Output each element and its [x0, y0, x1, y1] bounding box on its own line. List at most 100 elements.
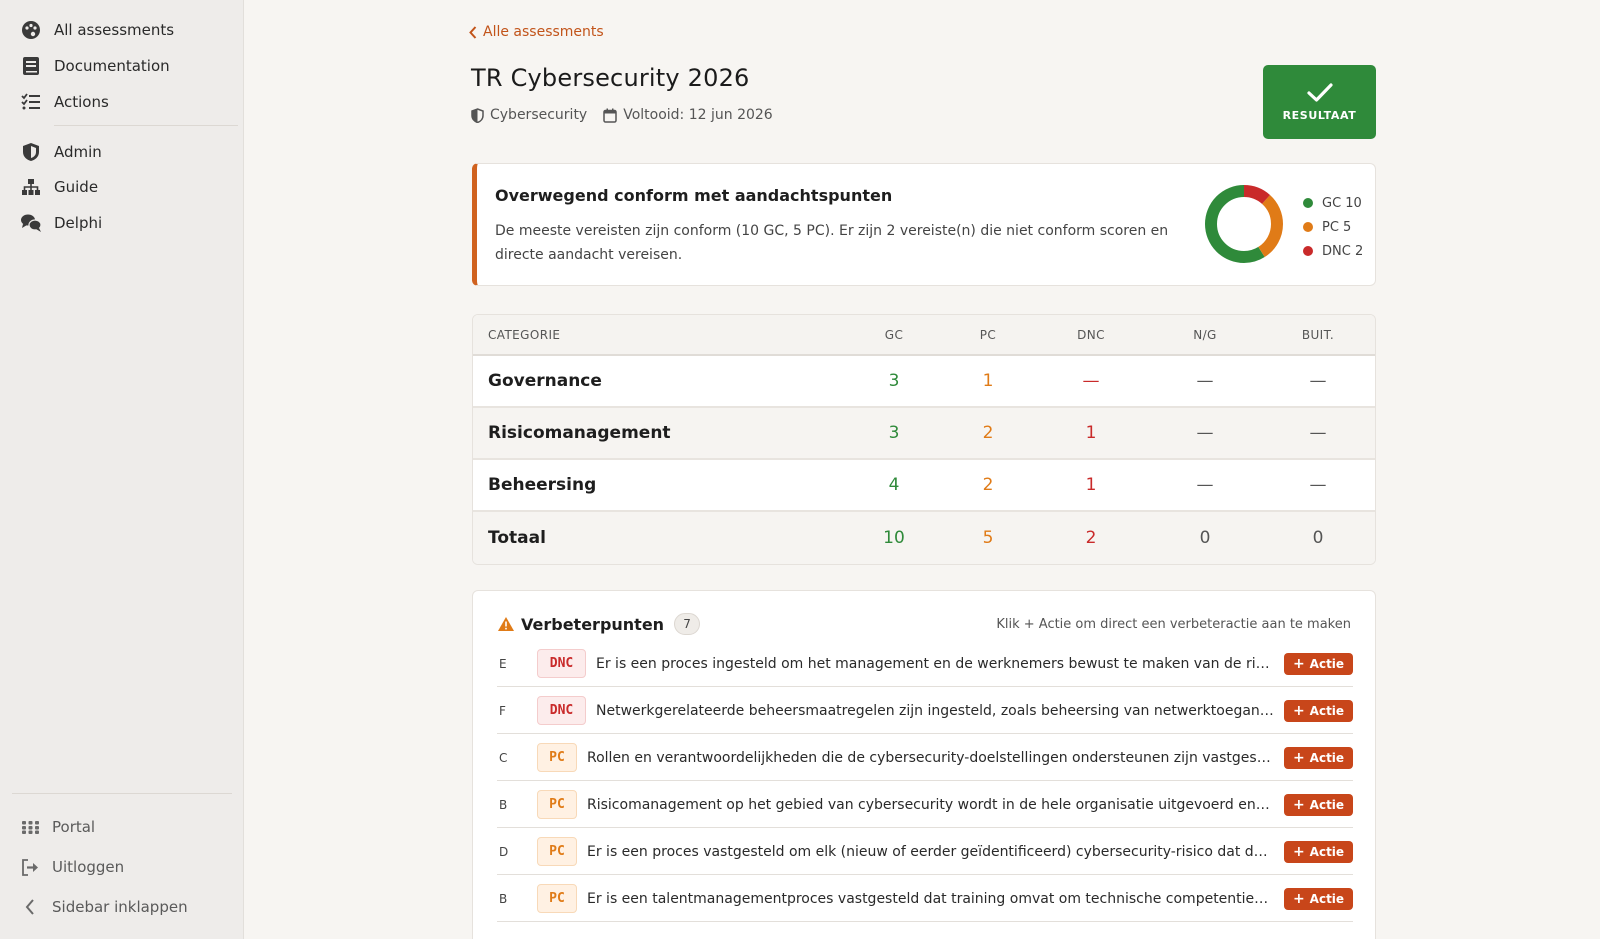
add-action-label: Actie: [1309, 891, 1345, 906]
item-letter: E: [499, 656, 507, 671]
sitemap-icon: [20, 176, 42, 198]
cell-buit: —: [1309, 371, 1327, 391]
plus-icon: +: [1292, 843, 1305, 860]
status-badge: DNC: [537, 649, 586, 678]
list-item: F DNC Netwerkgerelateerde beheersmaatregel…: [497, 688, 1353, 734]
sidebar: All assessments Documentation Actions Ad…: [0, 0, 244, 939]
sidebar-item-logout[interactable]: Uitloggen: [20, 855, 124, 879]
shield-icon: [20, 141, 42, 163]
status-badge: PC: [537, 837, 577, 866]
item-text: Netwerkgerelateerde beheersmaatregelen z…: [596, 702, 1284, 719]
table-row: Risicomanagement 3 2 1 — —: [473, 408, 1375, 460]
list-item: C PC Rollen en verantwoordelijkheden die d…: [497, 735, 1353, 781]
status-badge: DNC: [537, 696, 586, 725]
row-category: Governance: [488, 371, 602, 391]
sidebar-item-label: Uitloggen: [52, 858, 125, 876]
cell-ng: —: [1196, 475, 1214, 495]
calendar-icon: [603, 108, 617, 123]
checkmark-icon: [1306, 82, 1333, 102]
cell-ng: —: [1196, 371, 1214, 391]
add-action-button[interactable]: + Actie: [1284, 746, 1353, 769]
sidebar-item-documentation[interactable]: Documentation: [20, 53, 170, 79]
improvements-title: Verbeterpunten: [521, 614, 665, 634]
item-text: Er is een proces ingesteld om het manage…: [596, 655, 1284, 672]
list-item: B PC Er is een talentmanagementproces vast…: [497, 876, 1353, 922]
improvements-hint: Klik + Actie om direct een verbeteractie…: [996, 617, 1351, 632]
category-label: Cybersecurity: [490, 107, 588, 123]
status-badge: PC: [537, 790, 577, 819]
header-dnc: DNC: [1077, 327, 1105, 342]
back-link[interactable]: Alle assessments: [469, 24, 604, 40]
summary-description: De meeste vereisten zijn conform (10 GC,…: [495, 223, 1169, 263]
status-badge: PC: [537, 884, 577, 913]
add-action-button[interactable]: + Actie: [1284, 840, 1353, 863]
legend-label: DNC 2: [1322, 243, 1364, 259]
sidebar-item-label: Admin: [54, 143, 102, 161]
sidebar-item-delphi[interactable]: Delphi: [20, 210, 102, 236]
palette-icon: [20, 19, 42, 41]
sidebar-item-label: Actions: [54, 93, 109, 111]
row-category: Totaal: [488, 528, 546, 548]
list-item: B PC Risicomanagement op het gebied van cy…: [497, 782, 1353, 828]
result-button[interactable]: RESULTAAT: [1263, 65, 1376, 139]
improvements-card: Verbeterpunten 7 Klik + Actie om direct …: [472, 590, 1376, 939]
cell-dnc: 1: [1085, 475, 1097, 495]
cell-ng: —: [1196, 423, 1214, 443]
warning-icon: [498, 617, 514, 631]
cell-buit: —: [1309, 475, 1327, 495]
status-badge: PC: [537, 743, 577, 772]
cell-dnc: —: [1082, 371, 1100, 391]
sidebar-item-label: Sidebar inklappen: [52, 898, 188, 916]
sidebar-item-label: Documentation: [54, 57, 170, 75]
cell-dnc: 2: [1085, 528, 1097, 548]
legend-item-pc: PC 5: [1303, 215, 1363, 239]
cell-gc: 4: [888, 475, 900, 495]
sidebar-item-admin[interactable]: Admin: [20, 139, 102, 165]
add-action-label: Actie: [1309, 750, 1345, 765]
item-letter: B: [499, 891, 508, 906]
assessment-meta: Cybersecurity Voltooid: 12 jun 2026: [471, 107, 789, 123]
cell-ng: 0: [1199, 528, 1211, 548]
header-category: CATEGORIE: [488, 327, 561, 342]
sidebar-item-guide[interactable]: Guide: [20, 174, 98, 200]
list-item: E DNC Er is een proces ingesteld om het ma…: [497, 641, 1353, 687]
chevron-left-icon: [469, 25, 477, 39]
cell-gc: 3: [888, 423, 900, 443]
sidebar-item-portal[interactable]: Portal: [20, 815, 95, 839]
add-action-button[interactable]: + Actie: [1284, 699, 1353, 722]
book-icon: [20, 55, 42, 77]
header-ng: N/G: [1193, 327, 1217, 342]
legend-item-dnc: DNC 2: [1303, 239, 1363, 263]
sidebar-item-label: Guide: [54, 178, 99, 196]
cell-pc: 2: [982, 475, 994, 495]
legend-label: PC 5: [1322, 219, 1352, 235]
plus-icon: +: [1292, 749, 1305, 766]
sidebar-item-all-assessments[interactable]: All assessments: [20, 17, 174, 43]
item-text: Rollen en verantwoordelijkheden die de c…: [587, 749, 1284, 766]
completed-date: Voltooid: 12 jun 2026: [623, 107, 773, 123]
improvements-count-badge: 7: [674, 613, 701, 635]
add-action-button[interactable]: + Actie: [1284, 793, 1353, 816]
legend-label: GC 10: [1322, 195, 1362, 211]
page-title: TR Cybersecurity 2026: [471, 64, 750, 92]
checklist-icon: [20, 91, 42, 113]
sidebar-bottom-divider: [12, 793, 232, 794]
add-action-button[interactable]: + Actie: [1284, 887, 1353, 910]
row-category: Beheersing: [488, 475, 597, 495]
plus-icon: +: [1292, 796, 1305, 813]
sidebar-collapse-button[interactable]: Sidebar inklappen: [20, 895, 188, 919]
item-text: Er is een proces vastgesteld om elk (nie…: [587, 843, 1284, 860]
back-link-label: Alle assessments: [483, 24, 604, 40]
table-total-row: Totaal 10 5 2 0 0: [473, 512, 1375, 564]
add-action-label: Actie: [1309, 656, 1345, 671]
result-button-label: RESULTAAT: [1282, 108, 1357, 122]
sidebar-item-actions[interactable]: Actions: [20, 89, 109, 115]
item-letter: C: [499, 750, 508, 765]
grid-icon: [20, 817, 40, 837]
chat-icon: [20, 212, 42, 234]
header-gc: GC: [884, 327, 904, 342]
add-action-button[interactable]: + Actie: [1284, 652, 1353, 675]
table-row: Beheersing 4 2 1 — —: [473, 460, 1375, 512]
header-pc: PC: [979, 327, 997, 342]
sidebar-item-label: Delphi: [54, 214, 103, 232]
